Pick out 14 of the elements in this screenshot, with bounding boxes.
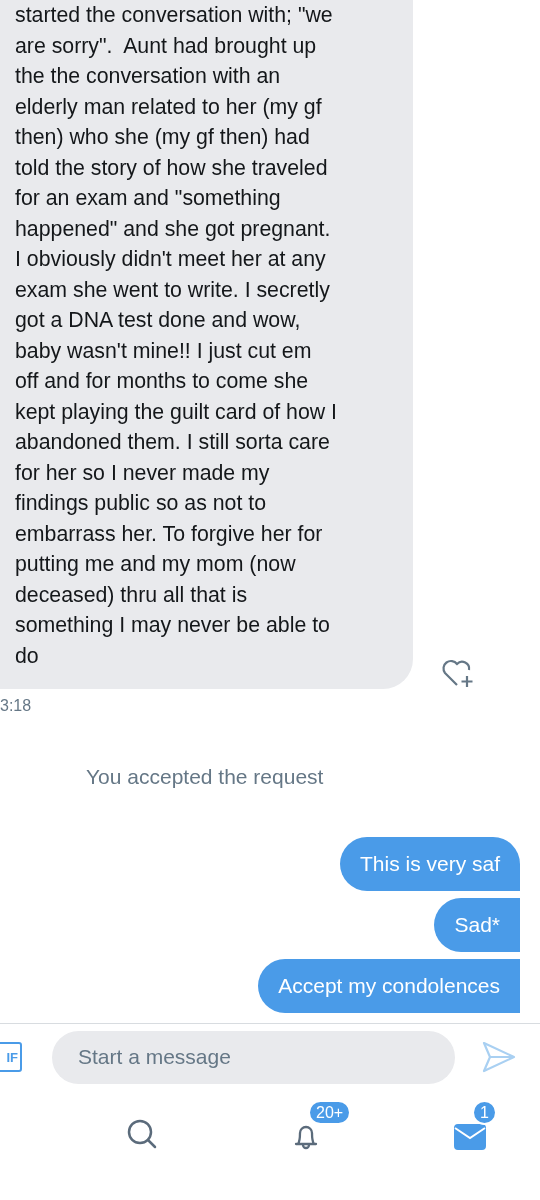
envelope-icon [454, 1122, 486, 1150]
count-badge: 20+ [308, 1100, 352, 1125]
search-icon [126, 1118, 158, 1150]
message-bubble: Sad* [434, 898, 520, 952]
gif-button[interactable]: IF [0, 1042, 22, 1072]
message-bubble: This is very saf [339, 837, 520, 891]
tab-button[interactable]: 20+ [290, 1100, 366, 1150]
tab-button[interactable]: 1 [454, 1100, 530, 1150]
timestamp: 3:18 [0, 697, 32, 715]
count-badge: 1 [472, 1100, 497, 1125]
message-bubble: Accept my condolences [258, 959, 520, 1013]
message-input[interactable]: Start a message [52, 1030, 455, 1084]
message-bubble: started the conversation with; "we are sorry". Aunt had brought up the the conversation with an elderly man related to her (my gf then) who she (my gf then) had told the story of how she traveled for an exam and "something happened" and she got pregnant. I obviously didn't meet her at any exam she went to write. I secretly got a DNA test done and wow, baby wasn't mine!! I just cut em off and for months to come she kept playing the guilt card of how I abandoned them. I still sorta care for her so I never made my findings public so as not to embarrass her. To forgive her for putting me and my mom (now deceased) thru all that is something I may never be able to do [0, 0, 413, 689]
system-notice: You accepted the request [86, 765, 324, 789]
